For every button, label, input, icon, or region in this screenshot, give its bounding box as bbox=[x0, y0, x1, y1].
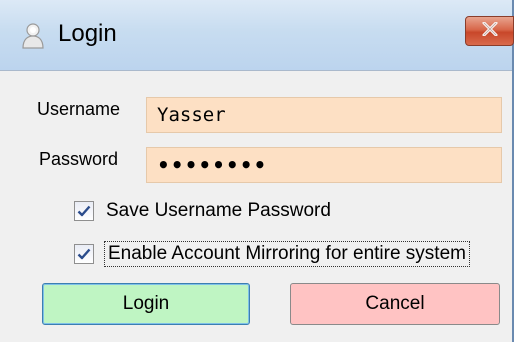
account-mirroring-label: Enable Account Mirroring for entire syst… bbox=[104, 241, 470, 267]
user-icon bbox=[20, 22, 46, 50]
cancel-button[interactable]: Cancel bbox=[290, 283, 500, 325]
save-credentials-option[interactable]: Save Username Password bbox=[74, 200, 331, 222]
save-credentials-checkbox[interactable] bbox=[74, 201, 94, 221]
account-mirroring-checkbox[interactable] bbox=[74, 244, 94, 264]
account-mirroring-option[interactable]: Enable Account Mirroring for entire syst… bbox=[74, 241, 470, 267]
username-label: Username bbox=[37, 99, 121, 119]
save-credentials-label: Save Username Password bbox=[106, 200, 331, 221]
checkmark-icon bbox=[77, 248, 91, 260]
close-button[interactable] bbox=[465, 16, 514, 46]
login-button[interactable]: Login bbox=[42, 283, 250, 325]
username-field[interactable]: Yasser bbox=[146, 97, 502, 133]
password-mask: •••••••• bbox=[157, 153, 268, 177]
login-window: Login Username Yasser Password •••••••• … bbox=[0, 0, 514, 342]
window-title: Login bbox=[58, 20, 117, 47]
password-label: Password bbox=[39, 149, 119, 169]
close-icon bbox=[482, 21, 498, 41]
checkmark-icon bbox=[77, 205, 91, 217]
title-bar[interactable]: Login bbox=[0, 0, 514, 71]
password-field[interactable]: •••••••• bbox=[146, 147, 502, 183]
dialog-body: Username Yasser Password •••••••• Save U… bbox=[0, 71, 512, 342]
